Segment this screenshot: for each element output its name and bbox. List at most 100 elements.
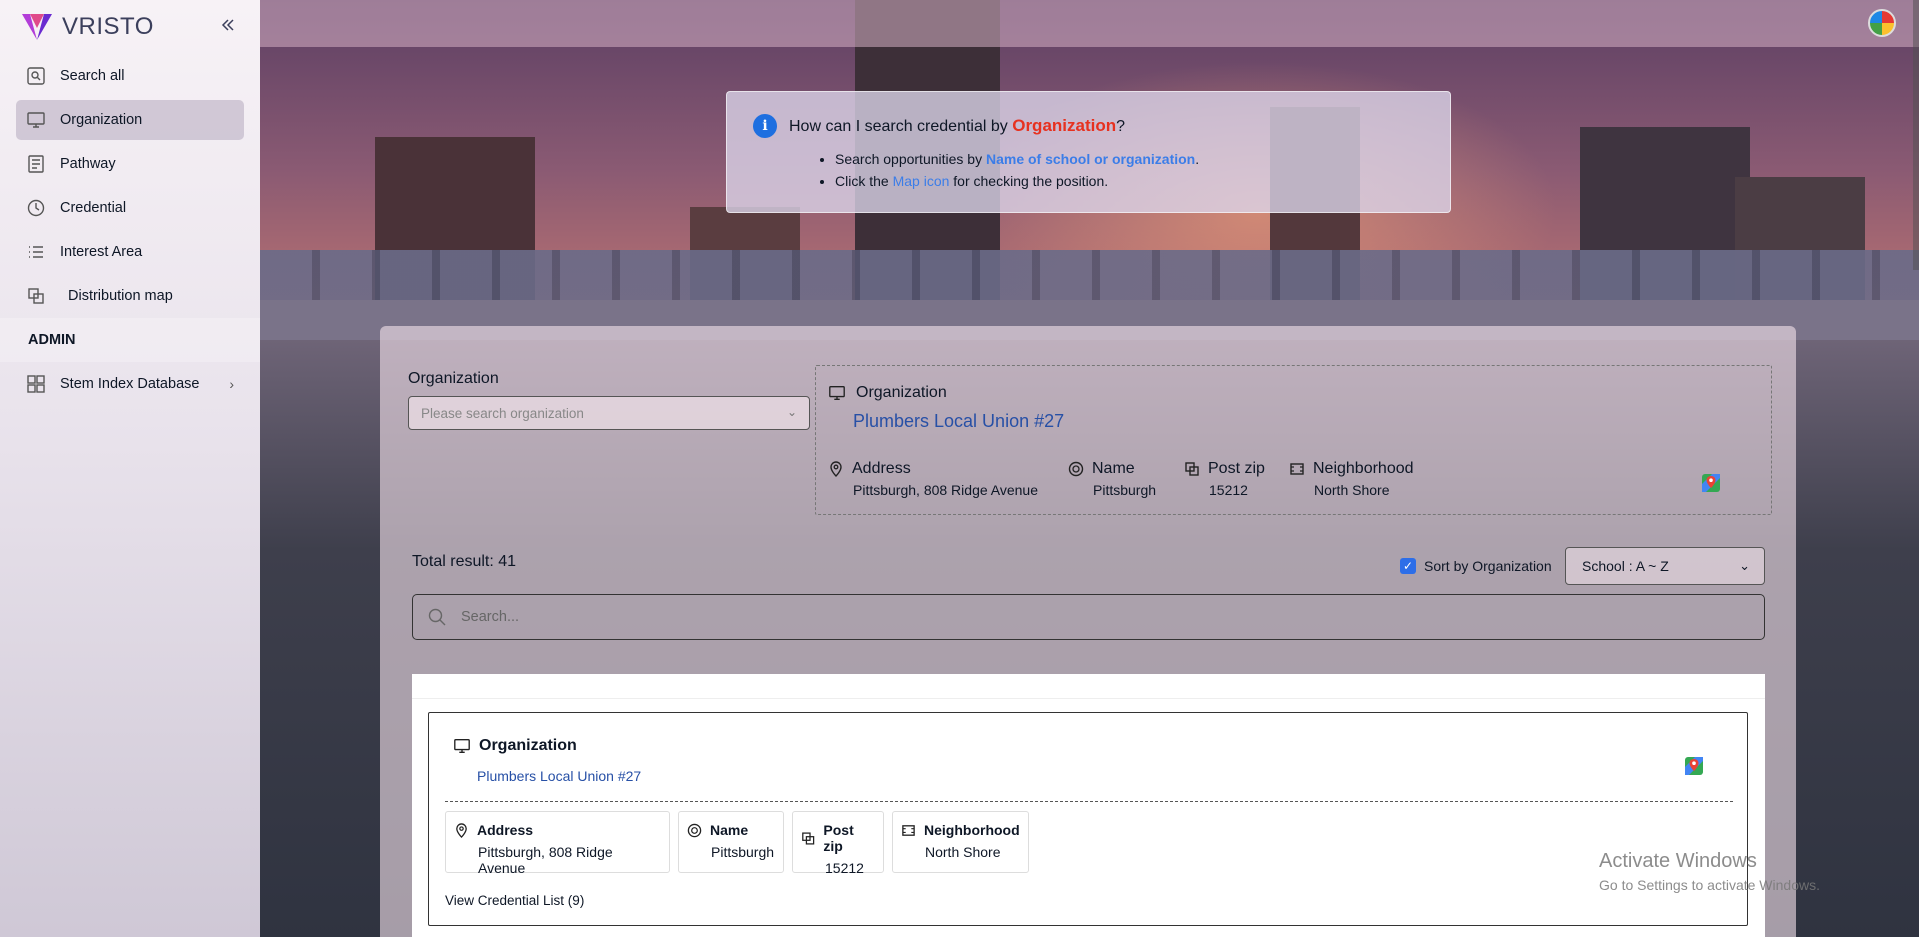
pathway-icon: [28, 155, 44, 173]
google-maps-icon[interactable]: [1683, 755, 1705, 777]
help-bullet-highlight: Map icon: [892, 173, 950, 189]
help-bullet-suffix: .: [1195, 151, 1200, 167]
sidebar: VRISTO Search all Organization Pathway C…: [0, 0, 260, 937]
field-label: Name: [1092, 460, 1135, 477]
name-badge-icon: [1068, 461, 1084, 477]
windows-activation-watermark: Activate Windows Go to Settings to activ…: [1599, 850, 1820, 893]
chip-label: Address: [477, 822, 534, 838]
organization-result-card: Organization Plumbers Local Union #27 Ad…: [428, 712, 1748, 926]
sidebar-item-interest-area[interactable]: Interest Area: [16, 232, 244, 272]
info-icon: i: [753, 114, 777, 138]
location-pin-icon: [456, 822, 467, 838]
chevron-down-icon: ⌄: [786, 405, 797, 419]
name-chip: Name Pittsburgh: [678, 811, 784, 873]
card-title: Organization: [856, 384, 947, 401]
field-label: Address: [852, 460, 911, 477]
sidebar-nav: Search all Organization Pathway Credenti…: [16, 56, 244, 320]
main-panel: Organization Please search organization …: [380, 326, 1796, 937]
double-chevron-left-icon: [221, 19, 234, 31]
zip-chip: Post zip 15212: [792, 811, 884, 876]
user-avatar[interactable]: [1868, 9, 1896, 37]
sidebar-item-search-all[interactable]: Search all: [16, 56, 244, 96]
monitor-icon: [454, 739, 470, 753]
help-bullet: Click the Map icon for checking the posi…: [835, 170, 1450, 192]
help-bullet-highlight: Name of school or organization: [985, 151, 1196, 167]
result-organization-name[interactable]: Plumbers Local Union #27: [477, 768, 641, 784]
watermark-line-1: Activate Windows: [1599, 850, 1757, 872]
sidebar-item-credential[interactable]: Credential: [16, 188, 244, 228]
app-name: VRISTO: [62, 13, 154, 40]
top-bar: [260, 0, 1919, 47]
list-icon: [29, 246, 43, 258]
sort-checkbox-label: Sort by Organization: [1424, 558, 1552, 574]
map-icon: [28, 288, 44, 304]
help-bullet: Search opportunities by Name of school o…: [835, 148, 1450, 170]
help-question-text: How can I search credential by: [789, 118, 1013, 135]
google-maps-icon[interactable]: [1700, 472, 1722, 494]
selected-organization-card: Organization Plumbers Local Union #27 Ad…: [815, 365, 1772, 515]
help-question-suffix: ?: [1116, 118, 1126, 135]
sidebar-item-label: Organization: [60, 112, 143, 128]
sidebar-item-label: Pathway: [60, 156, 116, 172]
results-list: Organization Plumbers Local Union #27 Ad…: [412, 674, 1765, 937]
help-list: Search opportunities by Name of school o…: [835, 148, 1450, 192]
sort-order-select[interactable]: School : A ~ Z ⌄: [1565, 547, 1765, 585]
sidebar-item-label: Distribution map: [68, 288, 173, 304]
help-banner: i How can I search credential by Organiz…: [726, 91, 1451, 213]
neighborhood-icon: [902, 824, 915, 836]
view-credential-list-link[interactable]: View Credential List (9): [445, 893, 584, 908]
monitor-icon: [27, 112, 45, 128]
address-field: Address Pittsburgh, 808 Ridge Avenue: [828, 460, 1038, 498]
neighborhood-chip: Neighborhood North Shore: [892, 811, 1029, 873]
credential-icon: [27, 199, 45, 217]
sidebar-item-organization[interactable]: Organization: [16, 100, 244, 140]
neighborhood-value: North Shore: [1314, 482, 1390, 498]
app-logo[interactable]: VRISTO: [20, 10, 154, 44]
organization-select-placeholder: Please search organization: [421, 405, 584, 421]
neighborhood-icon: [1290, 463, 1304, 475]
grid-icon: [27, 375, 45, 393]
search-input[interactable]: [461, 609, 1661, 625]
sort-by-organization: ✓ Sort by Organization: [1400, 558, 1552, 574]
total-results: Total result: 41: [412, 553, 517, 570]
zip-field: Post zip 15212: [1184, 460, 1265, 498]
search-all-icon: [27, 67, 45, 85]
sort-checkbox[interactable]: ✓: [1400, 558, 1416, 574]
address-value: Pittsburgh, 808 Ridge Avenue: [478, 844, 613, 876]
zip-icon: [1185, 462, 1199, 476]
chevron-down-icon: ⌄: [1739, 558, 1750, 573]
sidebar-item-distribution-map[interactable]: Distribution map: [16, 276, 244, 316]
selected-organization-name[interactable]: Plumbers Local Union #27: [853, 411, 1064, 432]
search-icon: [428, 608, 446, 626]
field-label: Neighborhood: [1313, 460, 1414, 477]
help-question-highlight: Organization: [1012, 116, 1117, 135]
address-value: Pittsburgh, 808 Ridge Avenue: [853, 482, 1038, 498]
name-field: Name Pittsburgh: [1068, 460, 1156, 498]
sidebar-item-stem-index-database[interactable]: Stem Index Database ›: [16, 364, 244, 404]
city-value: Pittsburgh: [1093, 482, 1157, 498]
admin-section-heading: ADMIN: [0, 318, 260, 362]
sidebar-item-label: Search all: [60, 68, 125, 84]
zip-icon: [802, 831, 815, 845]
city-value: Pittsburgh: [711, 844, 775, 860]
sidebar-item-label: Credential: [60, 200, 127, 216]
chip-label: Neighborhood: [924, 822, 1020, 838]
organization-search-select[interactable]: Please search organization ⌄: [408, 396, 810, 430]
chevron-right-icon: ›: [229, 376, 234, 392]
collapse-sidebar-button[interactable]: [218, 14, 238, 36]
neighborhood-value: North Shore: [925, 844, 1001, 860]
help-bullet-text: Click the: [835, 173, 893, 189]
watermark-line-2: Go to Settings to activate Windows.: [1599, 877, 1820, 893]
zip-value: 15212: [825, 860, 864, 876]
sidebar-item-pathway[interactable]: Pathway: [16, 144, 244, 184]
name-badge-icon: [687, 823, 702, 837]
sidebar-item-label: Stem Index Database: [60, 376, 200, 392]
zip-value: 15212: [1209, 482, 1248, 498]
monitor-icon: [829, 386, 845, 400]
field-label: Post zip: [1208, 460, 1265, 477]
search-bar: [412, 594, 1765, 640]
chip-label: Post zip: [823, 822, 854, 854]
chip-label: Name: [710, 822, 749, 838]
help-bullet-suffix: for checking the position.: [949, 173, 1109, 189]
page-scrollbar[interactable]: [1913, 0, 1919, 270]
